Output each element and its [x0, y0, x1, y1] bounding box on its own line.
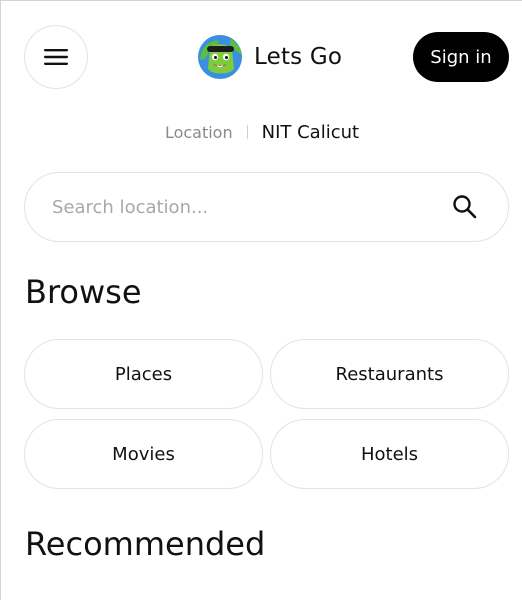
menu-button[interactable] [24, 25, 88, 89]
smiling-globe-mascot-logo [198, 35, 242, 79]
page: Lets Go Sign in Location NIT Calicut Bro… [0, 0, 522, 600]
location-label: Location [164, 122, 233, 142]
location-value[interactable]: NIT Calicut [262, 122, 359, 143]
sign-in-button[interactable]: Sign in [413, 32, 509, 82]
hamburger-menu-icon [44, 49, 68, 65]
recommended-heading: Recommended [25, 525, 266, 563]
brand[interactable]: Lets Go [196, 33, 342, 81]
location-row: Location NIT Calicut [1, 119, 522, 145]
search-icon[interactable] [451, 193, 479, 221]
browse-places-button[interactable]: Places [24, 339, 263, 409]
browse-grid: Places Restaurants Movies Hotels [24, 339, 509, 489]
browse-restaurants-button[interactable]: Restaurants [270, 339, 509, 409]
browse-movies-button[interactable]: Movies [24, 419, 263, 489]
search-input[interactable] [52, 173, 452, 241]
brand-name: Lets Go [254, 44, 343, 70]
browse-hotels-button[interactable]: Hotels [270, 419, 509, 489]
location-divider [246, 125, 248, 139]
search-bar[interactable] [24, 172, 509, 242]
browse-heading: Browse [25, 273, 142, 311]
